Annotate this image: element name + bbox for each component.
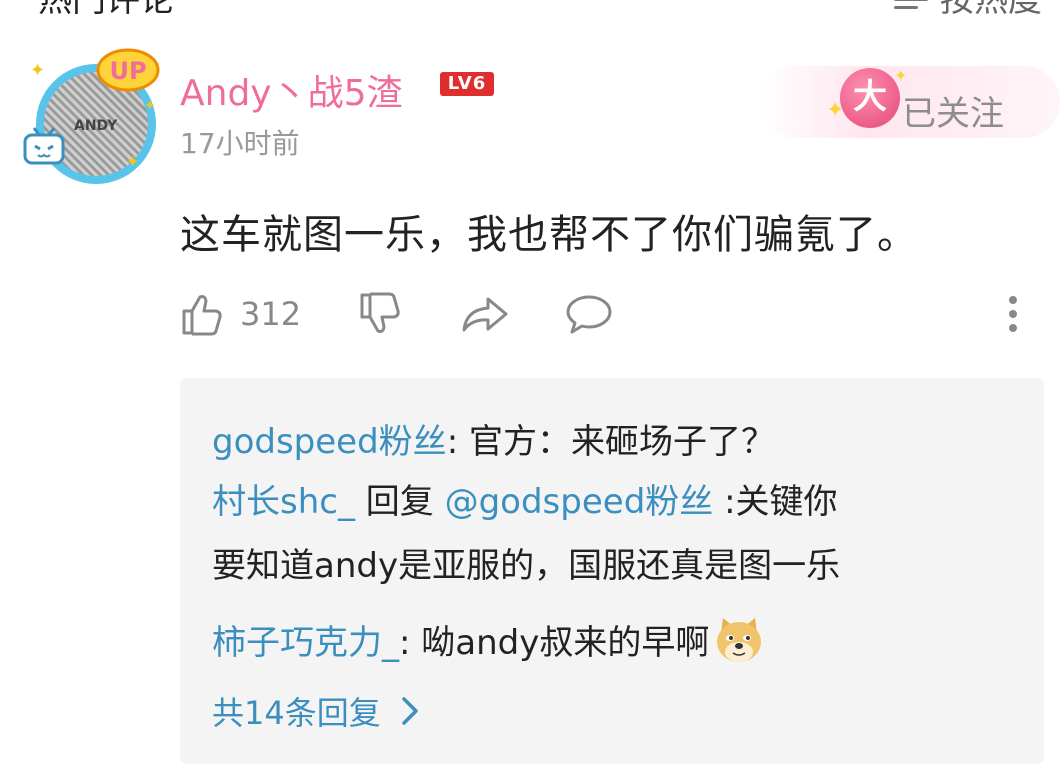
sparkle-icon: ✦	[126, 152, 140, 171]
reply-item: 柿子巧克力_: 呦andy叔来的早啊	[212, 614, 765, 666]
avatar-text: ANDY	[74, 118, 118, 134]
doge-emoji-icon	[717, 618, 762, 662]
reply-text: 呦andy叔来的早啊	[421, 623, 710, 663]
big-member-badge: 大	[840, 68, 900, 128]
reply-username[interactable]: 村长shc_	[212, 482, 355, 522]
reply-text: :关键你	[713, 482, 838, 522]
avatar[interactable]: ANDY UP ✦ ✦ ✦	[22, 42, 162, 184]
comment-actions: 312	[180, 288, 1040, 340]
more-replies-label: 共14条回复	[212, 694, 381, 732]
thumbs-up-icon	[182, 295, 222, 336]
level-badge: LV6	[440, 72, 494, 96]
comment-text: 这车就图一乐，我也帮不了你们骗氪了。	[180, 212, 918, 258]
follow-status-button[interactable]: ✦ ✦ 大 已关注	[760, 64, 1060, 144]
like-button[interactable]: 312	[180, 288, 301, 340]
share-button[interactable]	[460, 288, 510, 340]
reply-username[interactable]: 柿子巧克力_	[212, 623, 399, 663]
reply-item: 村长shc_ 回复 @godspeed粉丝 :关键你	[212, 474, 838, 523]
share-icon	[462, 297, 508, 332]
up-badge-icon: UP	[96, 48, 160, 92]
sort-button[interactable]: 按热度	[894, 0, 1042, 21]
reply-text: 官方：来砸场子了？	[468, 422, 775, 462]
reply-item: godspeed粉丝: 官方：来砸场子了？	[212, 422, 775, 462]
like-count: 312	[240, 295, 302, 333]
section-title: 热门评论	[38, 0, 174, 20]
reply-username[interactable]: godspeed粉丝	[212, 422, 447, 462]
more-options-icon[interactable]	[1006, 292, 1020, 336]
thumbs-down-icon	[360, 292, 400, 333]
dislike-button[interactable]	[358, 288, 404, 340]
reply-to-label: 回复	[354, 482, 445, 522]
reply-preview-box[interactable]: godspeed粉丝: 官方：来砸场子了？ 村长shc_ 回复 @godspee…	[180, 378, 1044, 764]
sort-label: 按热度	[940, 0, 1042, 20]
comment-page: 热门评论 按热度 ANDY UP ✦ ✦ ✦ Andy丶战5渣 LV6 17小时…	[0, 0, 1064, 768]
sparkle-icon: ✦	[30, 60, 46, 81]
sparkle-icon: ✦	[144, 98, 156, 114]
chevron-right-icon	[401, 697, 418, 725]
username[interactable]: Andy丶战5渣	[180, 64, 403, 116]
reply-mention[interactable]: @godspeed粉丝	[445, 482, 714, 522]
comment-bubble-icon	[566, 295, 612, 334]
svg-text:UP: UP	[109, 57, 146, 85]
view-all-replies-link[interactable]: 共14条回复	[212, 688, 419, 734]
reply-text-continued: 要知道andy是亚服的，国服还真是图一乐	[212, 546, 841, 586]
bilibili-tv-icon	[23, 127, 65, 165]
follow-label: 已关注	[902, 94, 1004, 134]
reply-button[interactable]	[564, 288, 614, 340]
sort-icon	[894, 0, 928, 14]
timestamp: 17小时前	[180, 127, 300, 160]
